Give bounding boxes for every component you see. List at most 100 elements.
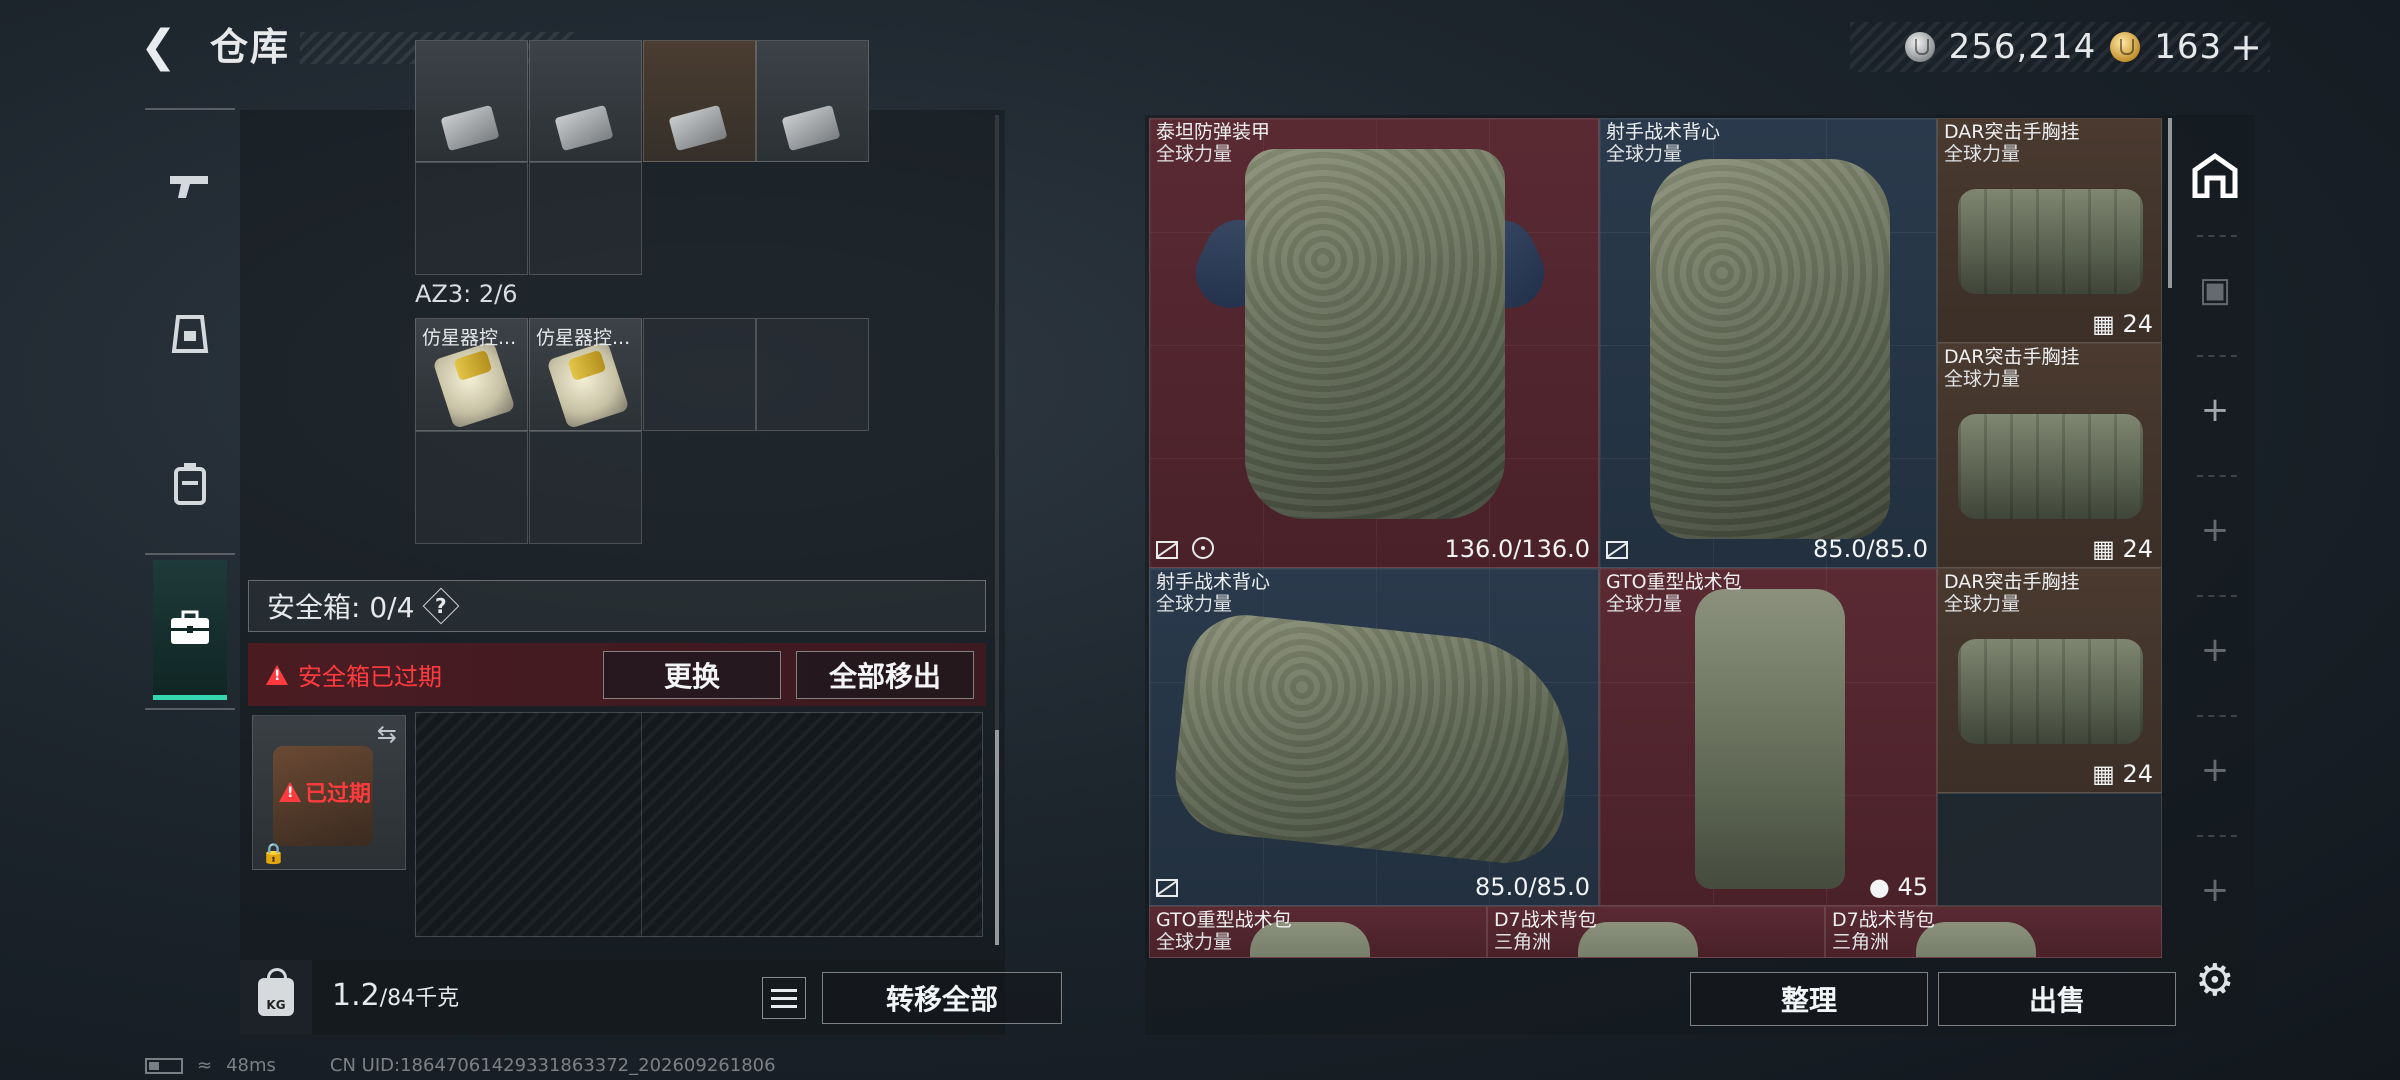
safe-box-grid[interactable]: [415, 712, 983, 937]
case-icon: [171, 610, 209, 644]
category-tabs: [145, 108, 235, 710]
replace-button[interactable]: 更换: [603, 651, 781, 699]
storage-item[interactable]: DAR突击手胸挂 全球力量 ▦ 24: [1937, 568, 2162, 793]
status-line: ≈ 48ms CN UID:18647061429331863372_20260…: [145, 1055, 776, 1076]
tab-separator: [2197, 235, 2237, 237]
helmet-icon: [171, 315, 209, 353]
stellarator-control-item: [546, 340, 630, 430]
storage-home-tab[interactable]: [2175, 145, 2255, 205]
item-capacity-value: 24: [2122, 535, 2153, 563]
back-button[interactable]: ❮: [140, 22, 190, 72]
item-capacity-value: 24: [2122, 310, 2153, 338]
storage-item[interactable]: GTO重型战术包 全球力量 ● 45: [1599, 568, 1937, 906]
item-faction: 三角洲: [1832, 931, 1890, 953]
add-page-button[interactable]: +: [2175, 380, 2255, 440]
item-name: D7战术背包: [1832, 909, 1935, 931]
list-icon-line: [771, 996, 797, 1000]
settings-button[interactable]: ⚙: [2195, 955, 2234, 1006]
sort-button[interactable]: 整理: [1690, 972, 1928, 1026]
inventory-slot[interactable]: [415, 431, 528, 544]
safe-box-header: 安全箱: 0/4 ?: [248, 580, 986, 632]
expired-warning-text: 安全箱已过期: [298, 663, 442, 691]
add-currency-button[interactable]: +: [2230, 25, 2262, 69]
marksman-vest-image: [1650, 159, 1890, 539]
gold-balance: 163: [2154, 27, 2223, 67]
no-insure-icon: [1156, 541, 1178, 559]
list-view-button[interactable]: [762, 977, 806, 1019]
gold-coin-icon: [2110, 32, 2141, 62]
inventory-slot[interactable]: [529, 40, 642, 162]
warning-icon: [266, 664, 288, 685]
storage-item[interactable]: GTO重型战术包 全球力量: [1149, 906, 1487, 958]
inventory-slot[interactable]: [643, 40, 756, 162]
tab-safe-box[interactable]: [153, 560, 227, 700]
plus-icon: +: [2200, 870, 2230, 910]
locked-page-slot[interactable]: +: [2175, 620, 2255, 680]
add-storage-tab[interactable]: ▣: [2175, 260, 2255, 320]
storage-item[interactable]: DAR突击手胸挂 全球力量 ▦ 24: [1937, 343, 2162, 568]
dar-rig-image: [1958, 414, 2143, 519]
item-capacity: ▦ 24: [2092, 760, 2153, 788]
weight-info: 1.2/84千克 转移全部: [312, 960, 1062, 1035]
inventory-slot[interactable]: [756, 40, 869, 162]
case-expired-text: 已过期: [305, 782, 372, 807]
inventory-slot[interactable]: [643, 318, 756, 431]
carry-weight-current: 1.2: [332, 978, 380, 1013]
item-name: DAR突击手胸挂: [1944, 346, 2080, 368]
empty-storage-slot[interactable]: [1937, 793, 2162, 906]
storage-item[interactable]: DAR突击手胸挂 全球力量 ▦ 24: [1937, 118, 2162, 343]
inventory-slot[interactable]: [529, 431, 642, 544]
item-name: 仿星器控...: [422, 327, 517, 349]
inventory-slot[interactable]: [756, 318, 869, 431]
inventory-slot[interactable]: 仿星器控...: [415, 318, 528, 431]
inventory-slot[interactable]: 仿星器控...: [529, 318, 642, 431]
gun-icon: [170, 176, 208, 198]
item-faction: 全球力量: [1606, 143, 1683, 165]
transfer-all-button[interactable]: 转移全部: [822, 972, 1062, 1024]
storage-item[interactable]: 射手战术背心 全球力量 85.0/85.0: [1149, 568, 1599, 906]
storage-item[interactable]: D7战术背包 三角洲: [1825, 906, 2162, 958]
inventory-slot[interactable]: [415, 162, 528, 275]
case-expired-badge: 已过期: [279, 776, 371, 808]
tab-separator: [2197, 595, 2237, 597]
backpack-icon: [174, 463, 206, 505]
inventory-slot[interactable]: [415, 40, 528, 162]
inventory-scrollbar[interactable]: [995, 115, 999, 945]
storage-scrollbar[interactable]: [2168, 118, 2172, 288]
inventory-slot[interactable]: [529, 162, 642, 275]
item-capacity: ▦ 24: [2092, 310, 2153, 338]
safe-box-case-slot[interactable]: ⇆ 已过期 🔒: [252, 715, 406, 870]
tab-equipment[interactable]: [145, 263, 235, 403]
item-capacity-value: 24: [2122, 760, 2153, 788]
tab-weapons[interactable]: [145, 118, 235, 258]
swap-icon[interactable]: ⇆: [377, 720, 397, 748]
no-insure-icon: [1156, 879, 1178, 897]
tab-separator: [2197, 475, 2237, 477]
battery-icon: [145, 1057, 183, 1074]
item-durability: 136.0/136.0: [1444, 535, 1591, 563]
locked-page-slot[interactable]: +: [2175, 500, 2255, 560]
tab-divider: [145, 108, 235, 110]
locked-page-slot[interactable]: +: [2175, 740, 2255, 800]
storage-item[interactable]: 泰坦防弹装甲 全球力量 136.0/136.0: [1149, 118, 1599, 568]
stellarator-control-item: [432, 340, 516, 430]
help-button[interactable]: ?: [423, 587, 460, 625]
warning-icon: [279, 782, 301, 802]
locked-page-slot[interactable]: +: [2175, 860, 2255, 920]
item-icon: [554, 104, 614, 152]
lock-icon: 🔒: [261, 841, 286, 865]
tab-backpacks[interactable]: [145, 413, 235, 553]
plus-icon: +: [2200, 390, 2230, 430]
ping-value: 48ms: [226, 1055, 276, 1076]
add-storage-icon: ▣: [2198, 270, 2232, 310]
sell-button[interactable]: 出售: [1938, 972, 2176, 1026]
no-insure-icon: [1606, 541, 1628, 559]
move-all-out-button[interactable]: 全部移出: [796, 651, 974, 699]
item-name: 泰坦防弹装甲: [1156, 121, 1271, 143]
storage-item[interactable]: 射手战术背心 全球力量 85.0/85.0: [1599, 118, 1937, 568]
help-icon: ?: [435, 593, 448, 618]
capacity-icon: ▦: [2092, 760, 2115, 788]
tab-separator: [2197, 715, 2237, 717]
storage-item[interactable]: D7战术背包 三角洲: [1487, 906, 1825, 958]
plus-icon: +: [2200, 510, 2230, 550]
